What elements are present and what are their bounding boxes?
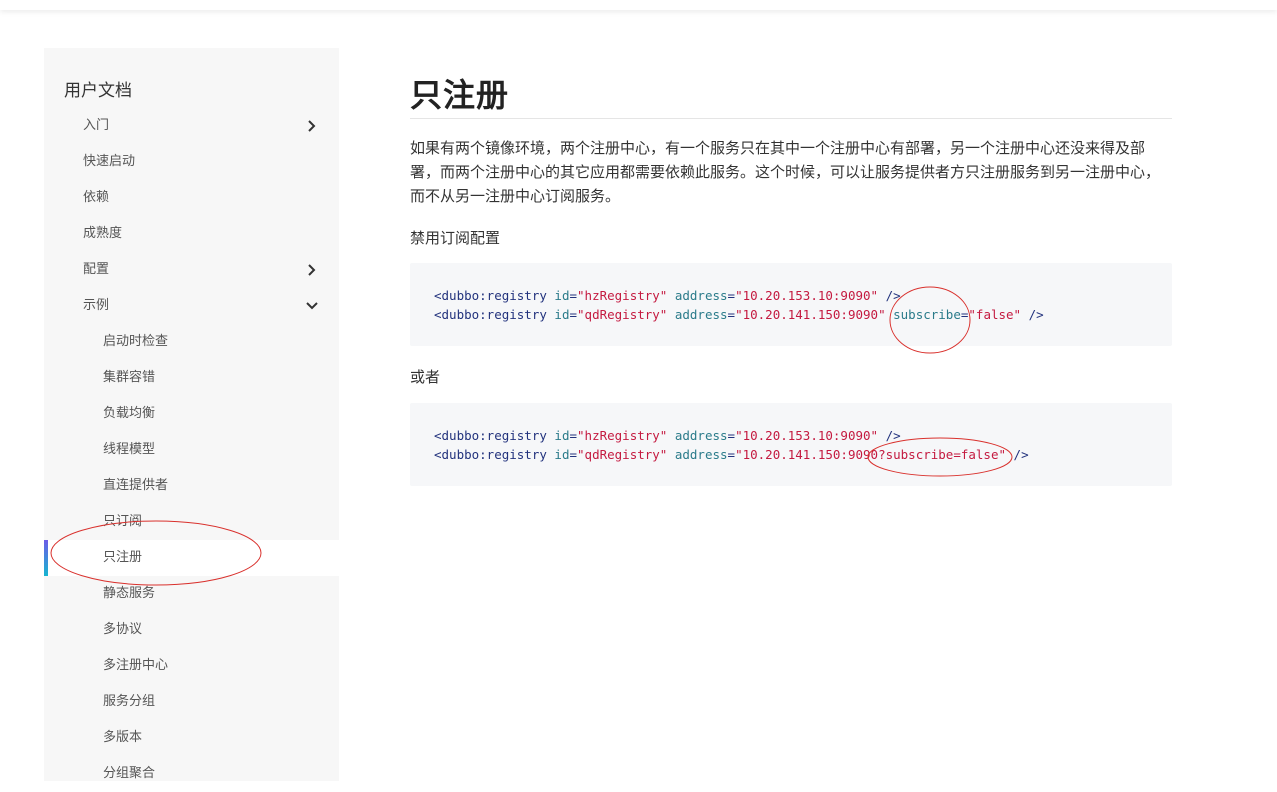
sidebar-item-configuration[interactable]: 配置 bbox=[44, 252, 339, 288]
disable-subscribe-label: 禁用订阅配置 bbox=[410, 229, 501, 247]
sidebar-item-register-only[interactable]: 只注册 bbox=[44, 540, 339, 576]
sidebar-item-label: 直连提供者 bbox=[103, 478, 169, 493]
sidebar-item-label: 集群容错 bbox=[103, 370, 156, 385]
sidebar-item-maturity[interactable]: 成熟度 bbox=[44, 216, 339, 252]
sidebar-item-label: 多版本 bbox=[103, 730, 143, 745]
sidebar-item-multi-version[interactable]: 多版本 bbox=[44, 720, 339, 756]
sidebar-item-label: 入门 bbox=[83, 118, 110, 133]
top-navbar bbox=[0, 0, 1277, 10]
sidebar-item-thread-model[interactable]: 线程模型 bbox=[44, 432, 339, 468]
sidebar-item-startup-check[interactable]: 启动时检查 bbox=[44, 324, 339, 360]
sidebar-item-label: 快速启动 bbox=[83, 154, 136, 169]
sidebar-item-dependencies[interactable]: 依赖 bbox=[44, 180, 339, 216]
sidebar-item-label: 配置 bbox=[83, 262, 110, 277]
sidebar-item-group-merger[interactable]: 分组聚合 bbox=[44, 756, 339, 792]
sidebar-item-getting-started[interactable]: 入门 bbox=[44, 108, 339, 144]
code-block-2: <dubbo:registry id="hzRegistry" address=… bbox=[410, 403, 1172, 486]
sidebar-item-label: 只订阅 bbox=[103, 514, 143, 529]
sidebar-item-label: 多注册中心 bbox=[103, 658, 169, 673]
sidebar-item-label: 成熟度 bbox=[83, 226, 123, 241]
sidebar-item-subscribe-only[interactable]: 只订阅 bbox=[44, 504, 339, 540]
chevron-down-icon bbox=[306, 302, 318, 310]
chevron-right-icon bbox=[308, 264, 316, 276]
sidebar-item-label: 服务分组 bbox=[103, 694, 156, 709]
sidebar-item-label: 示例 bbox=[83, 298, 110, 313]
code-block-1: <dubbo:registry id="hzRegistry" address=… bbox=[410, 263, 1172, 346]
sidebar-item-label: 只注册 bbox=[103, 550, 143, 565]
or-label: 或者 bbox=[410, 368, 441, 386]
intro-paragraph: 如果有两个镜像环境，两个注册中心，有一个服务只在其中一个注册中心有部署，另一个注… bbox=[410, 139, 1161, 205]
sidebar-item-service-group[interactable]: 服务分组 bbox=[44, 684, 339, 720]
sidebar-item-label: 多协议 bbox=[103, 622, 143, 637]
sidebar-item-label: 线程模型 bbox=[103, 442, 156, 457]
sidebar-item-load-balance[interactable]: 负载均衡 bbox=[44, 396, 339, 432]
sidebar-item-fault-tolerance[interactable]: 集群容错 bbox=[44, 360, 339, 396]
code-content: <dubbo:registry id="hzRegistry" address=… bbox=[434, 288, 1044, 322]
sidebar-item-label: 分组聚合 bbox=[103, 766, 156, 781]
sidebar: 用户文档 入门 快速启动 依赖 成熟度 配置 示例 启动时检查 集群容错 负载均… bbox=[44, 48, 339, 781]
chevron-right-icon bbox=[308, 120, 316, 132]
sidebar-item-multi-registry[interactable]: 多注册中心 bbox=[44, 648, 339, 684]
sidebar-item-multi-protocol[interactable]: 多协议 bbox=[44, 612, 339, 648]
code-content: <dubbo:registry id="hzRegistry" address=… bbox=[434, 428, 1029, 462]
sidebar-item-examples[interactable]: 示例 bbox=[44, 288, 339, 324]
page-title: 只注册 bbox=[410, 76, 510, 114]
sidebar-item-quick-start[interactable]: 快速启动 bbox=[44, 144, 339, 180]
sidebar-item-label: 负载均衡 bbox=[103, 406, 156, 421]
sidebar-item-label: 依赖 bbox=[83, 190, 110, 205]
title-divider bbox=[410, 118, 1172, 119]
sidebar-item-static-service[interactable]: 静态服务 bbox=[44, 576, 339, 612]
sidebar-title: 用户文档 bbox=[64, 81, 132, 101]
sidebar-item-direct-provider[interactable]: 直连提供者 bbox=[44, 468, 339, 504]
sidebar-item-label: 静态服务 bbox=[103, 586, 156, 601]
sidebar-item-label: 启动时检查 bbox=[103, 334, 169, 349]
